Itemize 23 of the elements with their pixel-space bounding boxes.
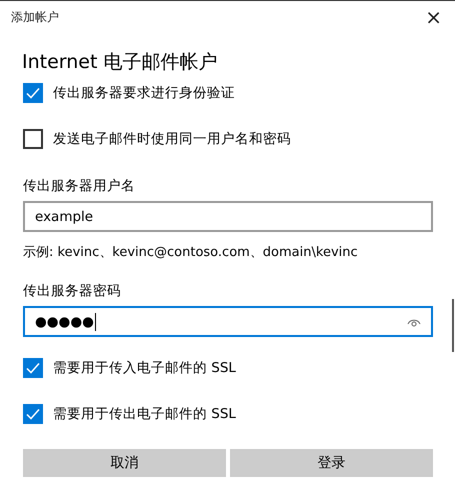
- checkmark-icon: [25, 406, 41, 422]
- sign-in-button[interactable]: 登录: [230, 449, 433, 477]
- checkbox-label: 需要用于传出电子邮件的 SSL: [53, 405, 236, 423]
- checkbox[interactable]: [23, 358, 43, 378]
- field-label: 传出服务器密码: [23, 282, 122, 300]
- cancel-button[interactable]: 取消: [23, 449, 226, 477]
- checkbox-label: 需要用于传入电子邮件的 SSL: [53, 359, 236, 377]
- checkbox[interactable]: [23, 404, 43, 424]
- checkbox[interactable]: [23, 83, 43, 103]
- heading: Internet 电子邮件帐户: [22, 50, 218, 75]
- checkbox-label: 传出服务器要求进行身份验证: [53, 84, 235, 102]
- text-caret: [94, 312, 96, 330]
- window-title: 添加帐户: [11, 8, 59, 26]
- username-field[interactable]: example: [23, 201, 433, 232]
- close-button[interactable]: ×: [425, 7, 442, 27]
- password-field[interactable]: ●●●●●: [23, 306, 433, 337]
- scrollbar[interactable]: [452, 299, 454, 352]
- checkmark-icon: [25, 360, 41, 376]
- hint-text: 示例: kevinc、kevinc@contoso.com、domain\kevinc: [23, 244, 359, 261]
- checkbox-label: 发送电子邮件时使用同一用户名和密码: [53, 130, 291, 148]
- checkmark-icon: [25, 85, 41, 101]
- checkbox[interactable]: [23, 129, 43, 149]
- field-label: 传出服务器用户名: [23, 177, 136, 195]
